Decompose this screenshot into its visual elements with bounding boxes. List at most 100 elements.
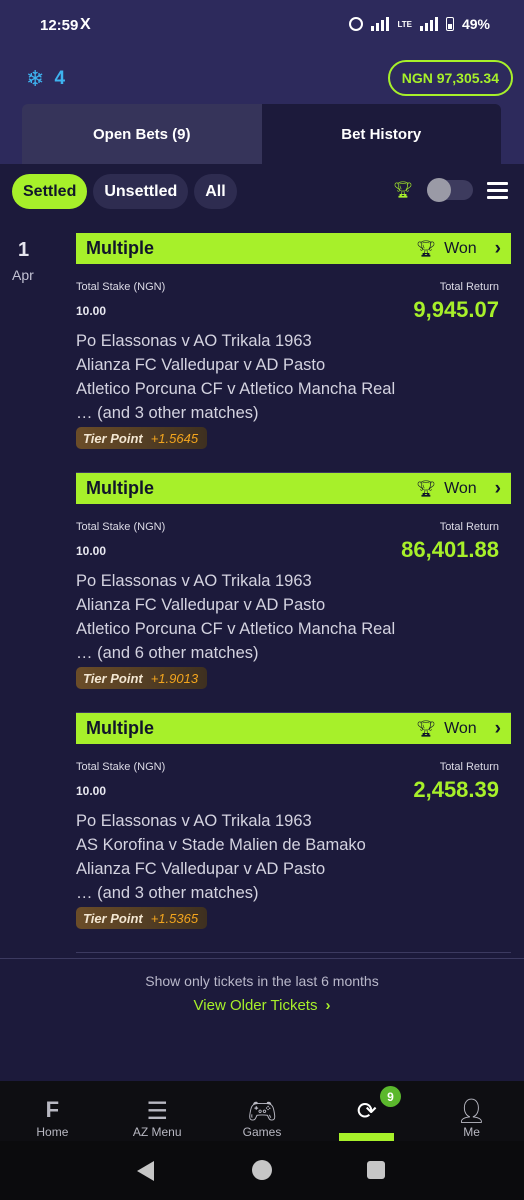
tier-point-label: Tier Point (83, 670, 143, 686)
match-more: … (and 3 other matches) (76, 404, 259, 422)
app-header: ❄ 4 NGN 97,305.34 Open Bets (9) Bet Hist… (0, 52, 524, 164)
won-only-toggle[interactable] (427, 178, 473, 202)
filter-unsettled[interactable]: Unsettled (93, 174, 189, 209)
nav-label: Games (242, 1125, 282, 1139)
stake-label: Total Stake (NGN) (76, 521, 166, 533)
bet-status-label: Won (444, 479, 477, 497)
match-list: Po Elassonas v AO Trikala 1963 AS Korofi… (76, 809, 366, 905)
bet-type: Multiple (86, 238, 154, 258)
home-icon: F (45, 1097, 60, 1122)
match-item: Atletico Porcuna CF v Atletico Mancha Re… (76, 380, 396, 398)
bet-status-label: Won (444, 239, 477, 257)
view-older-label: View Older Tickets (193, 997, 318, 1014)
bet-type: Multiple (86, 718, 154, 738)
tab-bet-history[interactable]: Bet History (261, 104, 501, 164)
back-icon[interactable] (137, 1161, 154, 1181)
tier-point-badge: Tier Point +1.5365 (76, 907, 207, 929)
match-item: Alianza FC Valledupar v AD Pasto (76, 860, 326, 878)
filter-settled[interactable]: Settled (12, 174, 88, 209)
network-label: LTE (397, 19, 412, 29)
match-list: Po Elassonas v AO Trikala 1963 Alianza F… (76, 329, 395, 425)
bet-header[interactable]: Multiple 🏆︎ Won › (76, 713, 511, 744)
chevron-right-icon: › (494, 717, 501, 739)
nav-home[interactable]: F Home (0, 1081, 105, 1141)
match-item: Po Elassonas v AO Trikala 1963 (76, 332, 312, 350)
match-list: Po Elassonas v AO Trikala 1963 Alianza F… (76, 569, 395, 665)
filter-pills: Settled Unsettled All (12, 174, 237, 209)
match-item: AS Korofina v Stade Malien de Bamako (76, 836, 366, 854)
nav-label: AZ Menu (132, 1125, 182, 1139)
stake-value: 10.00 (76, 544, 107, 558)
bottom-nav: F Home ☰ AZ Menu 🎮︎ Games ⟳ 👤︎ Me (0, 1081, 524, 1141)
trophy-icon: 🏆︎ (415, 480, 437, 498)
tier-point-badge: Tier Point +1.5645 (76, 427, 207, 449)
nav-az-menu[interactable]: ☰ AZ Menu (105, 1081, 210, 1141)
recents-icon[interactable] (367, 1161, 385, 1179)
match-more: … (and 6 other matches) (76, 644, 259, 662)
status-time: 12:59 (40, 17, 79, 34)
trophy-icon: 🏆︎ (415, 240, 437, 258)
chevron-right-icon: › (325, 997, 331, 1014)
filter-tools: 🏆︎ (393, 178, 508, 202)
snowflake-icon: ❄ (26, 66, 45, 91)
return-label: Total Return (439, 761, 499, 773)
return-value: 86,401.88 (401, 537, 499, 562)
view-older-tickets-link[interactable]: View Older Tickets › (0, 997, 524, 1014)
battery-level: 49% (461, 16, 490, 32)
signal-2-icon (419, 17, 438, 31)
show-only-note: Show only tickets in the last 6 months (145, 973, 379, 989)
user-icon: 👤︎ (456, 1098, 487, 1125)
gamepad-icon: 🎮︎ (246, 1098, 278, 1125)
balance-button[interactable]: NGN 97,305.34 (387, 60, 513, 96)
tier-point-value: +1.5365 (150, 910, 199, 926)
match-more: … (and 3 other matches) (76, 884, 259, 902)
status-icons: LTE 49% (349, 16, 490, 32)
bet-header[interactable]: Multiple 🏆︎ Won › (76, 233, 511, 264)
nav-label: Me (463, 1125, 480, 1139)
match-item: Atletico Porcuna CF v Atletico Mancha Re… (76, 620, 396, 638)
tier-point-value: +1.5645 (150, 430, 199, 446)
freeze-counter[interactable]: ❄ 4 (26, 66, 65, 92)
bets-badge: 9 (380, 1086, 401, 1107)
stake-label: Total Stake (NGN) (76, 281, 166, 293)
date-month: Apr (12, 267, 34, 283)
x-app-icon: X (80, 16, 91, 33)
bet-status: 🏆︎ Won › (416, 478, 501, 500)
bets-tabs: Open Bets (9) Bet History (22, 104, 501, 164)
match-item: Alianza FC Valledupar v AD Pasto (76, 596, 326, 614)
battery-icon (445, 17, 454, 31)
system-nav-bar (0, 1141, 524, 1200)
az-menu-icon: ☰ (146, 1098, 168, 1125)
bets-icon: ⟳ (356, 1098, 377, 1125)
tab-open-bets[interactable]: Open Bets (9) (22, 104, 262, 164)
match-item: Po Elassonas v AO Trikala 1963 (76, 572, 312, 590)
return-value: 9,945.07 (413, 297, 499, 322)
bet-status-label: Won (444, 719, 477, 737)
bet-list: Multiple 🏆︎ Won › Total Stake (NGN) 10.0… (76, 233, 511, 953)
nav-label: Home (36, 1125, 69, 1139)
match-item: Po Elassonas v AO Trikala 1963 (76, 812, 312, 830)
hamburger-menu-icon[interactable] (487, 181, 508, 199)
return-label: Total Return (439, 281, 499, 293)
bet-status: 🏆︎ Won › (416, 718, 501, 740)
nav-bets[interactable]: ⟳ (314, 1081, 419, 1141)
bet-card[interactable]: Multiple 🏆︎ Won › Total Stake (NGN) 10.0… (76, 233, 511, 473)
nav-me[interactable]: 👤︎ Me (419, 1081, 524, 1141)
filter-all[interactable]: All (194, 174, 237, 209)
status-bar: 12:59 X LTE 49% (0, 0, 524, 52)
tier-point-label: Tier Point (83, 430, 143, 446)
match-item: Alianza FC Valledupar v AD Pasto (76, 356, 326, 374)
tier-point-value: +1.9013 (150, 670, 199, 686)
bet-card[interactable]: Multiple 🏆︎ Won › Total Stake (NGN) 10.0… (76, 713, 511, 953)
chevron-right-icon: › (494, 237, 501, 259)
nav-games[interactable]: 🎮︎ Games (210, 1081, 315, 1141)
bet-card[interactable]: Multiple 🏆︎ Won › Total Stake (NGN) 10.0… (76, 473, 511, 713)
date-day: 1 (18, 239, 30, 261)
bet-header[interactable]: Multiple 🏆︎ Won › (76, 473, 511, 504)
return-value: 2,458.39 (413, 777, 499, 802)
trophy-icon: 🏆︎ (415, 720, 437, 738)
stake-value: 10.00 (76, 784, 107, 798)
list-divider (0, 958, 524, 959)
bet-status: 🏆︎ Won › (416, 238, 501, 260)
home-button-icon[interactable] (252, 1160, 272, 1180)
